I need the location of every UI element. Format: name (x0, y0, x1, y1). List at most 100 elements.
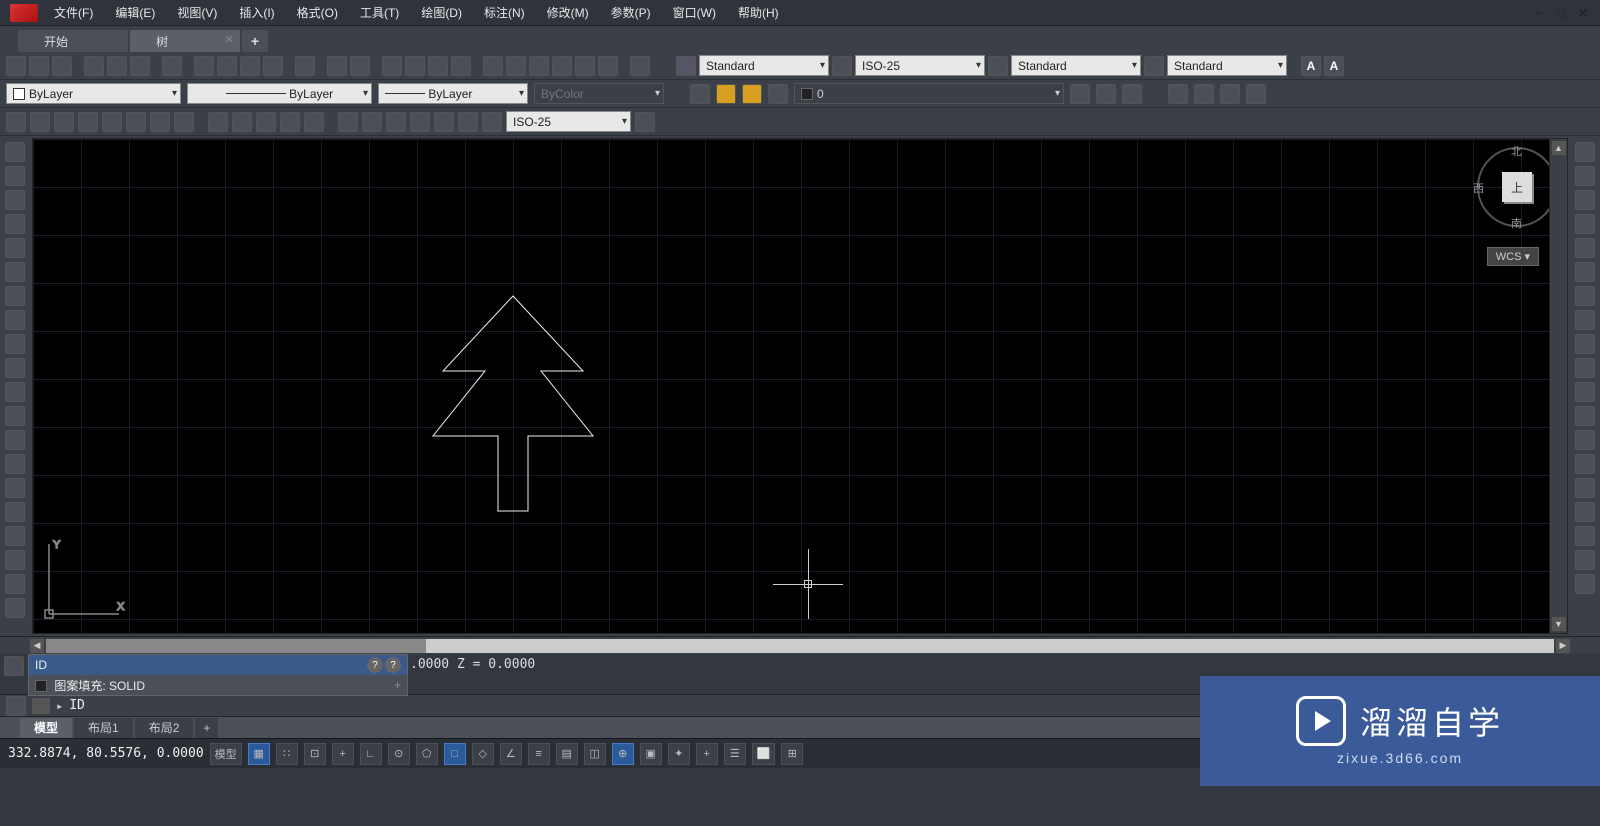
menu-file[interactable]: 文件(F) (50, 2, 97, 23)
dyn-input-toggle[interactable]: + (332, 743, 354, 765)
gizmo-toggle[interactable]: ✦ (668, 743, 690, 765)
plotstyle-dropdown[interactable]: ByColor▾ (534, 83, 664, 104)
menu-insert[interactable]: 插入(I) (235, 2, 278, 23)
layer-prev-icon[interactable] (1070, 84, 1090, 104)
otrack-toggle[interactable]: ∠ (500, 743, 522, 765)
scroll-down-icon[interactable]: ▼ (1552, 617, 1566, 631)
drawing-canvas[interactable]: Y X 上 北 南 东 西 WCS ▾ ▲ ▼ (32, 138, 1568, 634)
help-icon[interactable] (630, 56, 650, 76)
menu-tools[interactable]: 工具(T) (356, 2, 403, 23)
new-icon[interactable] (6, 56, 26, 76)
polar-toggle[interactable]: ⊙ (388, 743, 410, 765)
dim-baseline-icon[interactable] (232, 112, 252, 132)
dim-current-dropdown[interactable]: ISO-25▾ (506, 111, 631, 132)
file-tab-new[interactable]: + (242, 30, 268, 52)
dim-linear-icon[interactable] (6, 112, 26, 132)
open-icon[interactable] (29, 56, 49, 76)
minimize-icon[interactable]: − (1530, 6, 1548, 20)
transparency-toggle[interactable]: ▤ (556, 743, 578, 765)
layer-state-icon[interactable] (1096, 84, 1116, 104)
layout-tab-1[interactable]: 布局1 (74, 718, 133, 738)
fillet-icon[interactable] (1575, 502, 1595, 522)
lineweight-dropdown[interactable]: ByLayer▾ (378, 83, 528, 104)
dimupdate-icon[interactable] (482, 112, 502, 132)
dim-ordinate-icon[interactable] (78, 112, 98, 132)
point-icon[interactable] (5, 454, 25, 474)
trim-icon[interactable] (1575, 358, 1595, 378)
dim-aligned-icon[interactable] (30, 112, 50, 132)
linetype-dropdown[interactable]: ByLayer▾ (187, 83, 372, 104)
snap-toggle[interactable]: ∷ (276, 743, 298, 765)
close-icon[interactable]: ✕ (1574, 6, 1592, 20)
copy-obj-icon[interactable] (1575, 166, 1595, 186)
autocomplete-item-id[interactable]: ID ?? (29, 655, 407, 675)
gradient-icon[interactable] (5, 502, 25, 522)
scroll-left-icon[interactable]: ◀ (30, 639, 44, 653)
rectangle-icon[interactable] (5, 238, 25, 258)
dimedit-icon[interactable] (434, 112, 454, 132)
insert-block-icon[interactable] (5, 406, 25, 426)
make-block-icon[interactable] (5, 430, 25, 450)
mirror-icon[interactable] (1575, 190, 1595, 210)
polyline-icon[interactable] (5, 190, 25, 210)
table-icon[interactable] (5, 550, 25, 570)
cmd-hist-icon[interactable] (4, 656, 24, 676)
dim-radius-icon[interactable] (102, 112, 122, 132)
qprops-toggle[interactable]: ☰ (724, 743, 746, 765)
3dprint-icon[interactable] (162, 56, 182, 76)
dynamic-ucs-toggle[interactable]: ⊕ (612, 743, 634, 765)
region-icon[interactable] (5, 526, 25, 546)
sheetset-icon[interactable] (552, 56, 572, 76)
osnap-toggle[interactable]: □ (444, 743, 466, 765)
stretch-icon[interactable] (1575, 334, 1595, 354)
horizontal-scrollbar[interactable]: ◀ ▶ (0, 636, 1600, 654)
break-at-icon[interactable] (1575, 406, 1595, 426)
hscroll-thumb[interactable] (46, 639, 426, 653)
print-icon[interactable] (84, 56, 104, 76)
dim-break-icon[interactable] (304, 112, 324, 132)
isodraft-toggle[interactable]: ⬠ (416, 743, 438, 765)
model-space-button[interactable]: 模型 (210, 743, 242, 765)
layer-freeze-icon[interactable] (742, 84, 762, 104)
menu-dim[interactable]: 标注(N) (480, 2, 529, 23)
3d-toggle[interactable]: ⬜ (752, 743, 776, 765)
viewport-toggle[interactable]: ⊞ (781, 743, 803, 765)
scroll-right-icon[interactable]: ▶ (1556, 639, 1570, 653)
cut-icon[interactable] (194, 56, 214, 76)
dim-continue-icon[interactable] (256, 112, 276, 132)
draworder-icon[interactable] (1575, 574, 1595, 594)
viewport-2-icon[interactable] (1194, 84, 1214, 104)
layer-on-icon[interactable] (716, 84, 736, 104)
viewport-1-icon[interactable] (1168, 84, 1188, 104)
hscroll-track[interactable] (46, 639, 1554, 653)
dim-space-icon[interactable] (280, 112, 300, 132)
file-tab-close-icon[interactable]: ✕ (225, 33, 234, 46)
spline-icon[interactable] (5, 334, 25, 354)
dimtedit-icon[interactable] (458, 112, 478, 132)
ellipse-icon[interactable] (5, 358, 25, 378)
mtext-icon[interactable] (5, 574, 25, 594)
zoom-icon[interactable] (405, 56, 425, 76)
arc-icon[interactable] (5, 262, 25, 282)
hatch-icon[interactable] (5, 478, 25, 498)
calc-icon[interactable] (598, 56, 618, 76)
dimstyle-icon[interactable] (832, 56, 852, 76)
autocomplete-item-hatch[interactable]: 图案填充: SOLID + (29, 675, 407, 695)
publish-icon[interactable] (130, 56, 150, 76)
mlstyle-icon[interactable] (1144, 56, 1164, 76)
mtext-a2-icon[interactable]: A (1324, 56, 1344, 76)
menu-param[interactable]: 参数(P) (607, 2, 655, 23)
vertical-scrollbar[interactable]: ▲ ▼ (1549, 139, 1567, 633)
construction-line-icon[interactable] (5, 166, 25, 186)
scale-icon[interactable] (1575, 310, 1595, 330)
dim-quick-icon[interactable] (208, 112, 228, 132)
undo-icon[interactable] (327, 56, 347, 76)
maximize-icon[interactable]: □ (1552, 6, 1570, 20)
selection-filter-toggle[interactable]: ▣ (640, 743, 662, 765)
line-icon[interactable] (5, 142, 25, 162)
extend-icon[interactable] (1575, 382, 1595, 402)
tolerance-icon[interactable] (338, 112, 358, 132)
layer-dropdown[interactable]: 0▾ (794, 83, 1064, 104)
cycling-toggle[interactable]: ◫ (584, 743, 606, 765)
textstyle-dropdown[interactable]: Standard▾ (699, 55, 829, 76)
